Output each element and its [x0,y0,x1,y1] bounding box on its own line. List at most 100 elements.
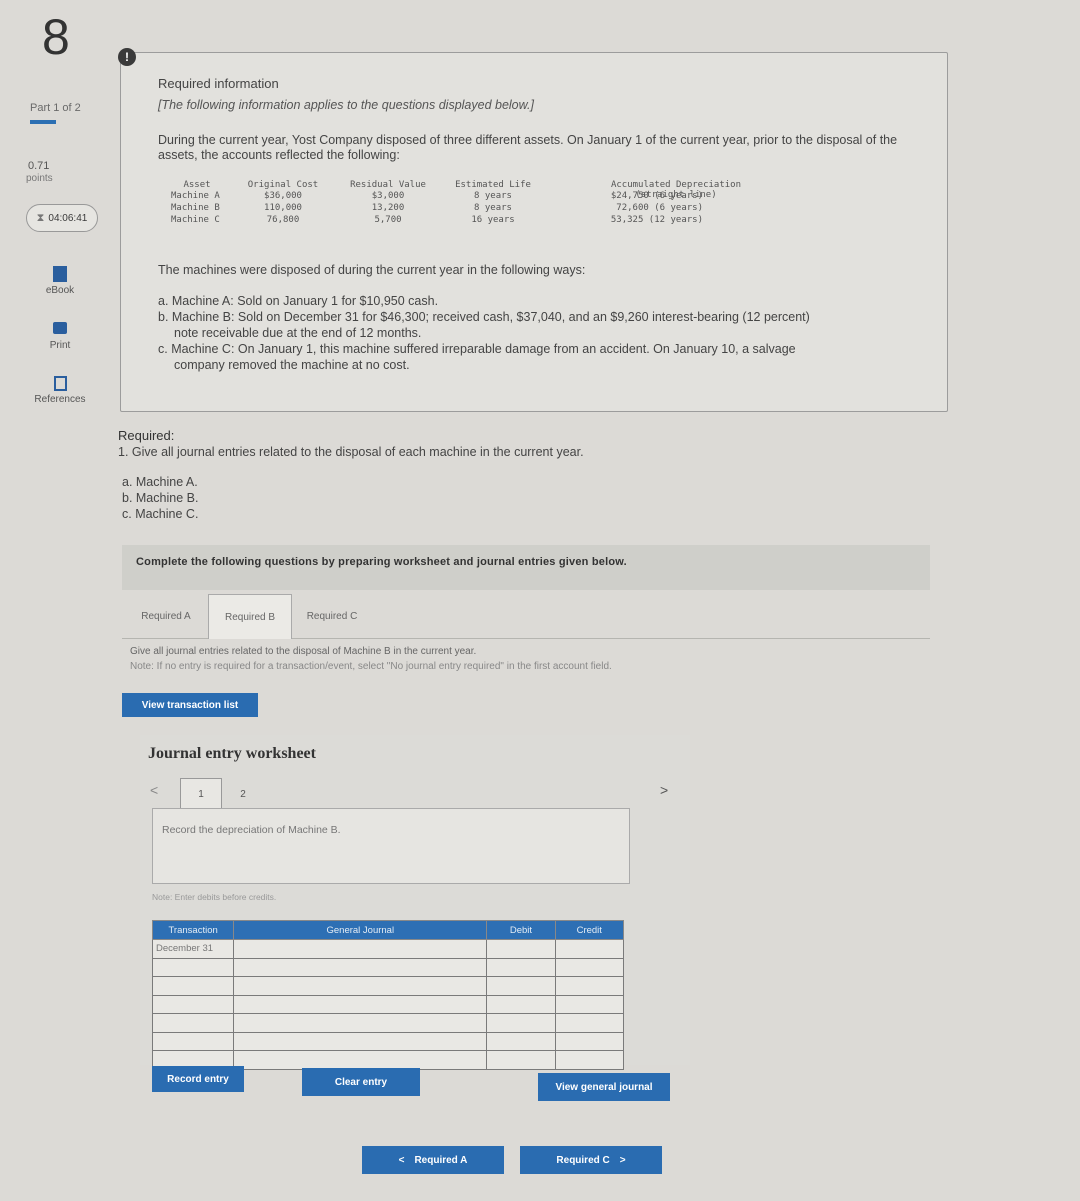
entry-page-2[interactable]: 2 [222,778,264,810]
worksheet-title: Journal entry worksheet [148,745,316,762]
credit-input[interactable] [554,1013,625,1033]
required-c: c. Machine C. [122,507,199,521]
table-row: Machine C 76,800 5,700 16 years 53,325 (… [165,214,709,226]
record-instruction-box [152,808,630,884]
col-credit: Credit [554,920,625,940]
complete-instructions: Complete the following questions by prep… [136,556,627,568]
print-link[interactable]: Print [28,322,92,351]
prev-required-a-button[interactable]: < Required A [362,1146,504,1174]
debit-input[interactable] [486,939,556,959]
journal-row [151,994,625,1014]
disposed-intro: The machines were disposed of during the… [158,263,586,277]
header-asset: Asset [183,180,211,190]
transaction-cell[interactable] [151,1013,235,1033]
way-c-cont: company removed the machine at no cost. [174,358,410,372]
prev-entry-icon[interactable]: < [150,782,158,798]
original-cost: $36,000 [264,191,302,201]
account-select[interactable] [233,957,488,977]
journal-row [151,957,625,977]
references-link[interactable]: References [28,376,92,405]
header-residual-value: Residual Value [350,180,426,190]
account-select[interactable] [233,976,488,996]
credit-input[interactable] [554,939,625,959]
credit-input[interactable] [554,1050,625,1070]
original-cost: 76,800 [266,215,300,225]
asset-table: Asset Original Cost Residual Value Estim… [165,180,709,226]
way-a: a. Machine A: Sold on January 1 for $10,… [158,294,439,308]
journal-row [151,1013,625,1033]
required-information-subtitle: [The following information applies to th… [158,98,534,112]
journal-table: Transaction General Journal Debit Credit… [151,920,625,1070]
accumulated-depreciation: 53,325 (12 years) [610,215,703,225]
asset-name: Machine C [171,215,220,225]
debit-input[interactable] [486,957,556,977]
debit-input[interactable] [486,1031,556,1051]
account-select[interactable] [233,1050,488,1070]
required-a: a. Machine A. [122,475,198,489]
debit-input[interactable] [486,994,556,1014]
next-required-c-button[interactable]: Required C > [520,1146,662,1174]
points-label: points [26,173,53,184]
header-estimated-life: Estimated Life [455,180,531,190]
way-b-cont: note receivable due at the end of 12 mon… [174,326,422,340]
account-select[interactable] [233,1031,488,1051]
col-general-journal: General Journal [233,920,488,940]
alert-icon: ! [118,48,136,66]
ebook-link[interactable]: eBook [28,266,92,296]
transaction-cell[interactable] [151,1031,235,1051]
account-select[interactable] [233,939,488,959]
residual-value: 5,700 [374,215,402,225]
transaction-cell[interactable] [151,957,235,977]
header-original-cost: Original Cost [247,180,319,190]
required-title: Required: [118,428,175,443]
prev-label: Required A [414,1154,468,1166]
points-value: 0.71 [28,160,50,172]
estimated-life: 8 years [474,191,512,201]
book-icon [53,266,67,282]
view-transaction-list-button[interactable]: View transaction list [122,693,258,717]
references-icon [53,376,67,391]
account-select[interactable] [233,994,488,1014]
estimated-life: 16 years [471,215,515,225]
view-general-journal-button[interactable]: View general journal [538,1073,670,1101]
required-item-1: 1. Give all journal entries related to t… [118,445,584,459]
col-debit: Debit [486,920,556,940]
credit-input[interactable] [554,994,625,1014]
clear-entry-button[interactable]: Clear entry [302,1068,420,1096]
journal-row [151,1031,625,1051]
record-instruction: Record the depreciation of Machine B. [162,824,341,836]
table-row: Machine B 110,000 13,200 8 years 72,600 … [165,202,709,214]
timer[interactable]: ⧗ 04:06:41 [26,204,98,232]
note-instruction: Note: If no entry is required for a tran… [130,661,612,672]
credit-input[interactable] [554,976,625,996]
chevron-right-icon: > [619,1154,626,1166]
debit-input[interactable] [486,1013,556,1033]
tab-required-a[interactable]: Required A [126,594,206,638]
hourglass-icon: ⧗ [36,211,45,224]
debit-input[interactable] [486,976,556,996]
required-b: b. Machine B. [122,491,199,505]
transaction-cell[interactable] [151,976,235,996]
credit-input[interactable] [554,957,625,977]
next-entry-icon[interactable]: > [660,782,668,798]
debit-input[interactable] [486,1050,556,1070]
tab-required-c[interactable]: Required C [292,594,372,638]
transaction-cell[interactable]: December 31 [151,939,235,959]
ebook-label: eBook [45,285,75,296]
question-number: 8 [42,9,70,65]
intro-paragraph: During the current year, Yost Company di… [158,133,898,162]
tab-required-b[interactable]: Required B [208,594,292,639]
col-transaction: Transaction [151,920,235,940]
timer-value: 04:06:41 [48,212,88,224]
transaction-cell[interactable] [151,994,235,1014]
entry-page-1[interactable]: 1 [180,778,222,810]
references-label: References [34,394,86,405]
residual-value: $3,000 [371,191,405,201]
printer-icon [53,322,67,334]
requirement-tabs: Required A Required B Required C [122,594,930,639]
record-entry-button[interactable]: Record entry [152,1066,244,1092]
account-select[interactable] [233,1013,488,1033]
credit-input[interactable] [554,1031,625,1051]
part-progress-bar [30,120,56,124]
disposal-ways-list: a. Machine A: Sold on January 1 for $10,… [158,294,898,374]
